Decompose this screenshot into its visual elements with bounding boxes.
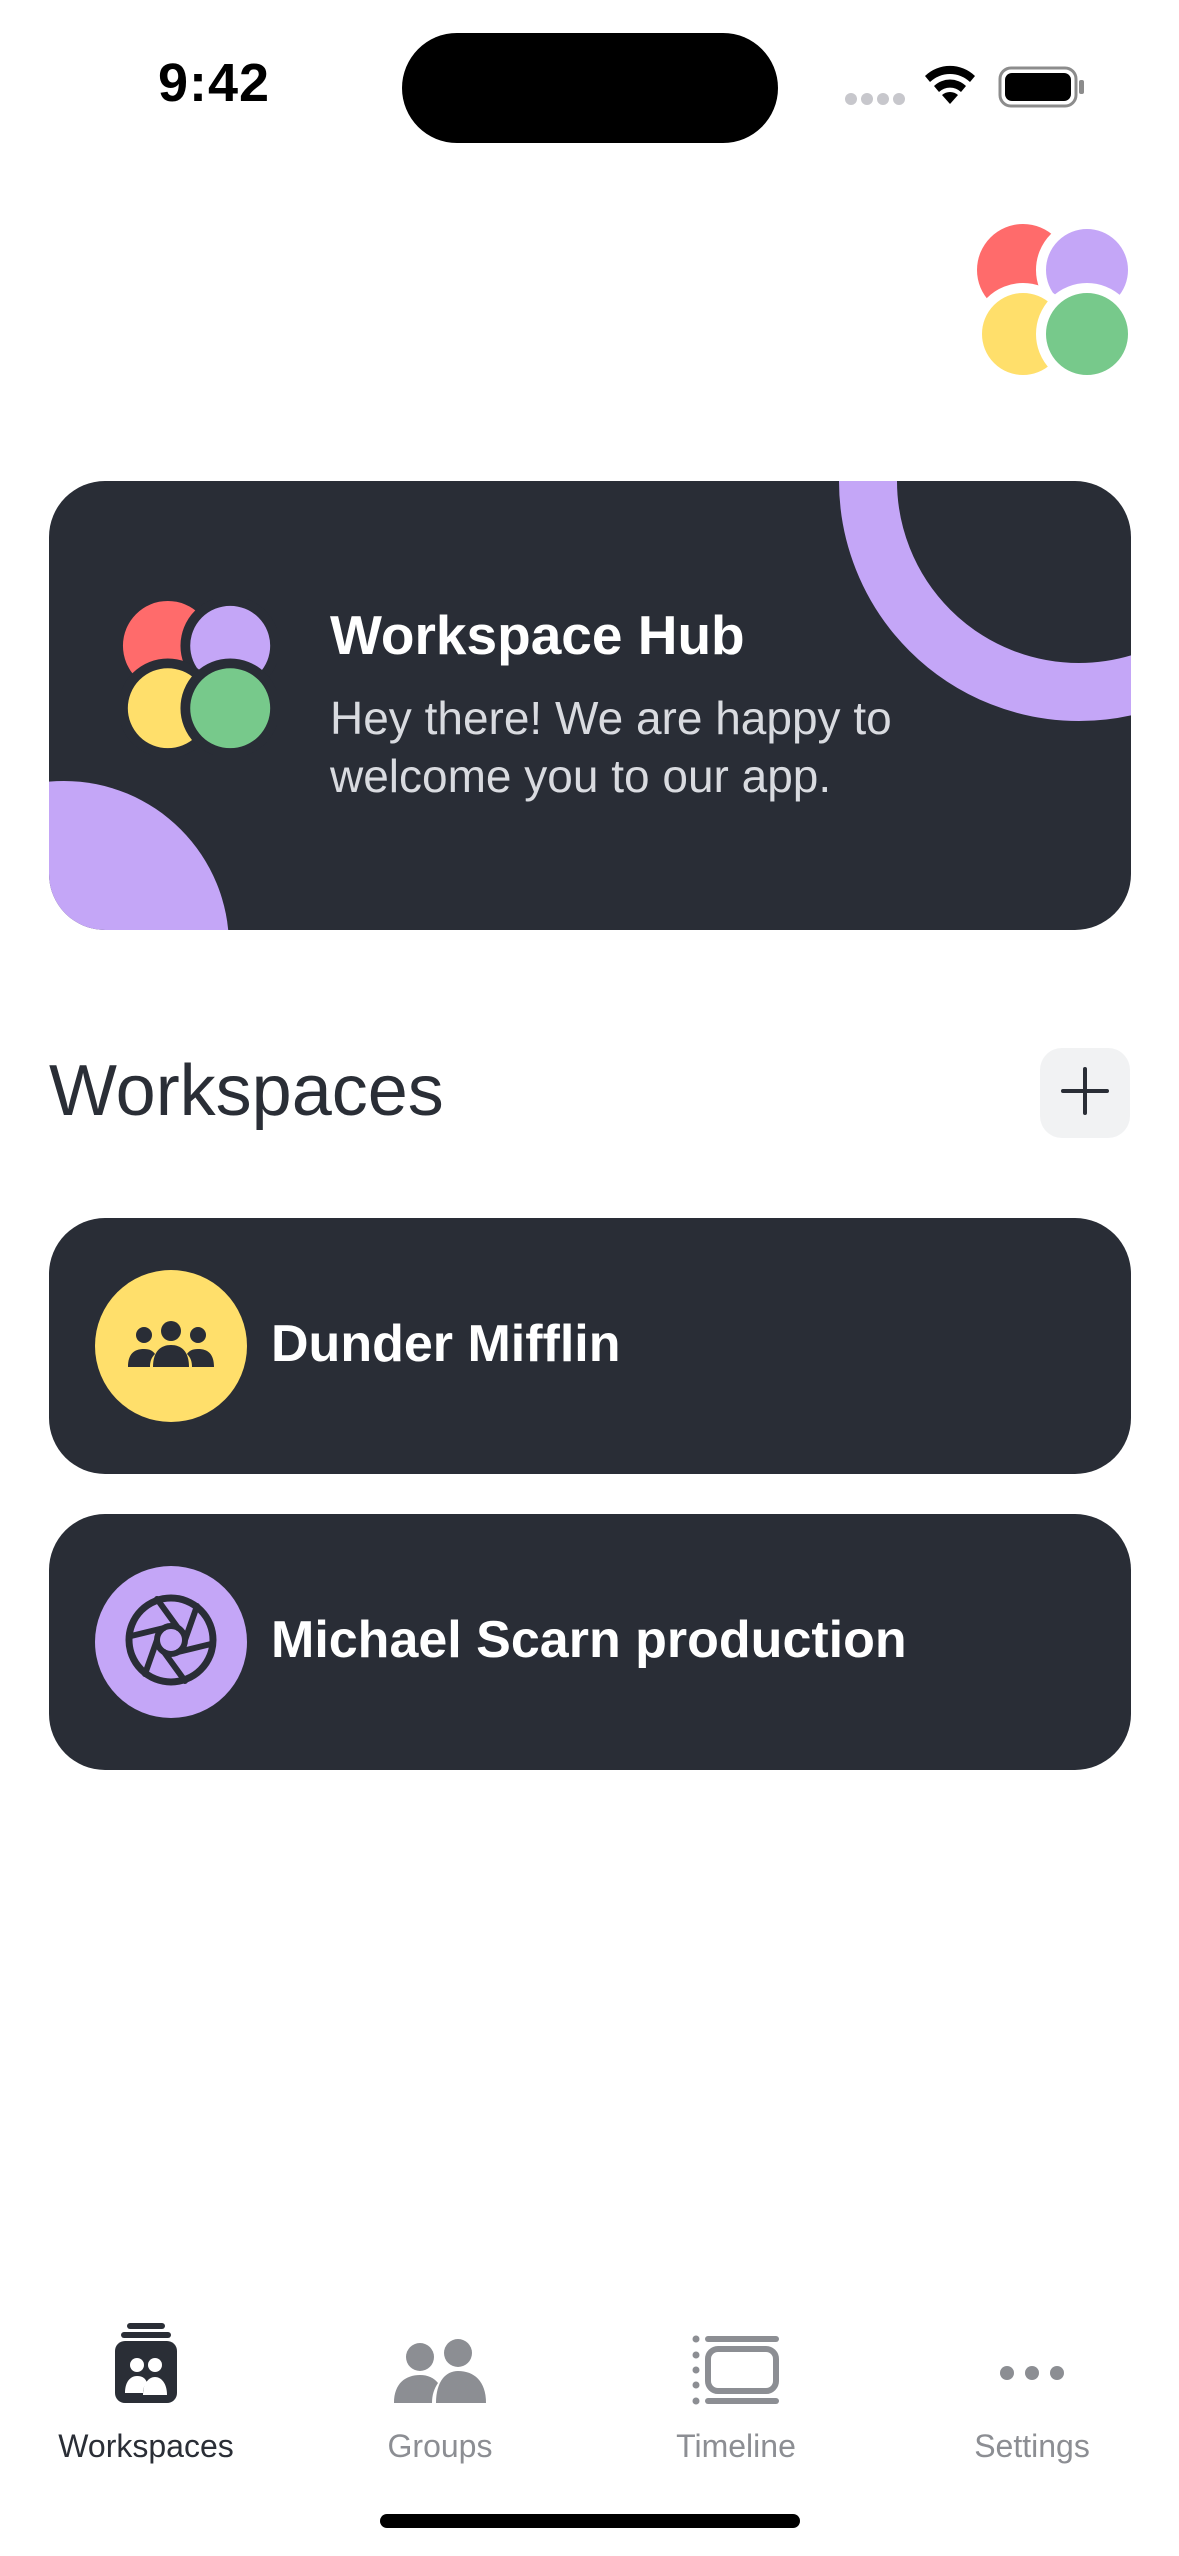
- app-logo-icon[interactable]: [972, 219, 1138, 385]
- tab-label: Settings: [974, 2428, 1090, 2464]
- section-title: Workspaces: [49, 1051, 444, 1131]
- hero-title: Workspace Hub: [330, 604, 745, 666]
- workspace-row-michael-scarn-production[interactable]: Michael Scarn production: [49, 1514, 1131, 1770]
- workspace-hub-logo-icon: [118, 596, 280, 758]
- people-group-icon: [126, 1319, 216, 1374]
- wifi-icon: [922, 62, 978, 111]
- workspace-row-dunder-mifflin[interactable]: Dunder Mifflin: [49, 1218, 1131, 1474]
- workspaces-icon: [113, 2321, 179, 2410]
- status-time: 9:42: [158, 53, 271, 113]
- more-dots-icon: [999, 2365, 1065, 2386]
- camera-aperture-icon: [123, 1592, 219, 1693]
- groups-icon: [392, 2339, 488, 2410]
- tab-settings[interactable]: Settings: [912, 2320, 1152, 2464]
- workspace-avatar: [95, 1566, 247, 1718]
- timeline-icon: [692, 2335, 780, 2410]
- workspace-avatar: [95, 1270, 247, 1422]
- tab-label: Groups: [387, 2428, 493, 2464]
- cellular-signal-icon: [845, 92, 907, 111]
- tab-workspaces[interactable]: Workspaces: [26, 2320, 266, 2464]
- tab-label: Timeline: [676, 2428, 796, 2464]
- decorative-arc: [839, 481, 1131, 721]
- tab-groups[interactable]: Groups: [320, 2320, 560, 2464]
- plus-icon: [1059, 1065, 1111, 1122]
- tab-label: Workspaces: [58, 2428, 234, 2464]
- dynamic-island: [402, 33, 778, 143]
- add-workspace-button[interactable]: [1040, 1048, 1130, 1138]
- workspace-name: Michael Scarn production: [271, 1611, 907, 1669]
- decorative-arc: [49, 781, 229, 930]
- welcome-card: Workspace Hub Hey there! We are happy to…: [49, 481, 1131, 930]
- workspace-name: Dunder Mifflin: [271, 1315, 621, 1373]
- home-indicator[interactable]: [380, 2514, 800, 2528]
- battery-icon: [998, 66, 1086, 113]
- tab-timeline[interactable]: Timeline: [616, 2320, 856, 2464]
- hero-subtitle: Hey there! We are happy to welcome you t…: [330, 692, 892, 802]
